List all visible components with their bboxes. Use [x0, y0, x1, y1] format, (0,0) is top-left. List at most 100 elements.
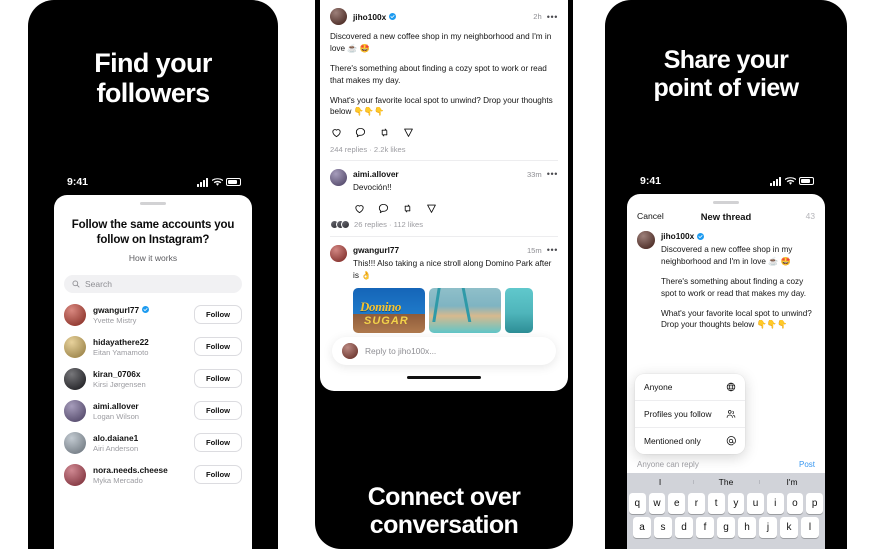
avatar	[64, 367, 86, 390]
prediction-word[interactable]: I	[627, 477, 693, 487]
thumbnail-image[interactable]: Domino SUGAR	[353, 288, 425, 334]
list-item[interactable]: gwangurl77 Yvette Mistry Follow	[54, 299, 252, 331]
avatar	[64, 431, 86, 454]
list-item[interactable]: alo.daiane1 Airi Anderson Follow	[54, 427, 252, 459]
comment-author[interactable]: gwangurl77	[353, 245, 399, 255]
avatar	[64, 335, 86, 358]
follow-button[interactable]: Follow	[193, 337, 242, 357]
more-options-icon[interactable]: •••	[547, 12, 558, 22]
username-text: nora.needs.cheese	[93, 464, 168, 475]
reply-input[interactable]: Reply to jiho100x...	[332, 337, 556, 365]
key-e[interactable]: e	[668, 493, 686, 514]
list-item[interactable]: hidayathere22 Eitan Yamamoto Follow	[54, 331, 252, 363]
username-text: aimi.allover	[93, 400, 139, 411]
battery-icon	[799, 177, 814, 185]
menu-item-anyone[interactable]: Anyone	[635, 374, 745, 400]
more-options-icon[interactable]: •••	[547, 245, 558, 255]
headline-line-1: Find your	[94, 48, 212, 78]
key-u[interactable]: u	[747, 493, 764, 514]
account-text: hidayathere22 Eitan Yamamoto	[93, 337, 187, 358]
key-w[interactable]: w	[648, 493, 666, 514]
cancel-button[interactable]: Cancel	[637, 211, 664, 221]
key-f[interactable]: f	[696, 517, 714, 538]
key-a[interactable]: a	[633, 517, 651, 538]
like-heart-icon[interactable]	[331, 127, 342, 138]
share-icon[interactable]	[426, 203, 437, 214]
account-text: aimi.allover Logan Wilson	[93, 401, 187, 422]
compose-paragraph: What's your favorite local spot to unwin…	[661, 308, 812, 330]
cellular-signal-icon	[770, 176, 781, 186]
predictive-text-bar: I The I'm	[627, 473, 825, 490]
key-i[interactable]: i	[766, 493, 784, 514]
key-k[interactable]: k	[780, 517, 798, 538]
list-item[interactable]: nora.needs.cheese Myka Mercado Follow	[54, 459, 252, 491]
key-g[interactable]: g	[717, 517, 735, 538]
follow-button[interactable]: Follow	[193, 465, 242, 485]
account-text: gwangurl77 Yvette Mistry	[93, 305, 187, 325]
avatar	[330, 169, 347, 187]
key-j[interactable]: j	[759, 517, 777, 538]
key-y[interactable]: y	[727, 493, 745, 514]
key-q[interactable]: q	[628, 493, 646, 514]
repost-icon[interactable]	[379, 127, 390, 138]
post-timestamp: 2h	[533, 12, 542, 21]
reply-permission-bar: Anyone can reply Post	[627, 456, 825, 473]
thumbnail-label-main: Domino	[360, 299, 401, 315]
key-h[interactable]: h	[738, 517, 756, 538]
share-icon[interactable]	[403, 127, 414, 138]
follow-button[interactable]: Follow	[193, 433, 242, 453]
avatar	[637, 231, 655, 249]
compose-area[interactable]: jiho100x Discovered a new coffee shop in…	[627, 228, 825, 331]
key-r[interactable]: r	[688, 493, 705, 514]
compose-navbar: Cancel New thread 43	[627, 204, 825, 228]
post-header: jiho100x 2h •••	[330, 8, 558, 25]
prediction-word[interactable]: I'm	[759, 477, 825, 487]
how-it-works-link[interactable]: How it works	[54, 248, 252, 263]
key-l[interactable]: l	[801, 517, 819, 538]
post-meta-right: 2h •••	[533, 12, 558, 22]
menu-item-profiles-you-follow[interactable]: Profiles you follow	[635, 400, 745, 427]
account-username: kiran_0706x	[93, 369, 187, 379]
post-author[interactable]: jiho100x	[353, 12, 396, 22]
key-d[interactable]: d	[675, 517, 693, 538]
repost-icon[interactable]	[402, 203, 413, 214]
comment-author[interactable]: aimi.allover	[353, 169, 399, 179]
follow-button[interactable]: Follow	[193, 305, 242, 325]
follow-button[interactable]: Follow	[193, 401, 242, 421]
wifi-icon	[784, 176, 796, 185]
caption-line-2: conversation	[369, 511, 519, 539]
thumbnail-label-sub: SUGAR	[364, 315, 409, 328]
cellular-signal-icon	[197, 177, 208, 187]
search-input[interactable]: Search	[64, 274, 242, 293]
onscreen-keyboard[interactable]: I The I'm q w e r t y u i o p a s d f g …	[627, 473, 825, 549]
key-s[interactable]: s	[654, 517, 672, 538]
thumbnail-image[interactable]	[429, 288, 501, 334]
character-count: 43	[805, 211, 815, 221]
comment-item: gwangurl77 15m ••• This!!! Also taking a…	[320, 237, 568, 339]
audience-dropdown-menu[interactable]: Anyone Profiles you follow Mentioned onl…	[635, 374, 745, 454]
key-p[interactable]: p	[806, 493, 824, 514]
avatar	[330, 8, 347, 25]
username-text: hidayathere22	[93, 336, 149, 347]
username-text: jiho100x	[661, 231, 695, 241]
comment-stats: 26 replies · 112 likes	[354, 220, 424, 230]
reply-permission-label[interactable]: Anyone can reply	[637, 460, 699, 469]
prediction-word[interactable]: The	[693, 477, 759, 487]
more-options-icon[interactable]: •••	[547, 169, 558, 179]
comment-icon[interactable]	[378, 203, 389, 214]
comment-icon[interactable]	[355, 127, 366, 138]
thumbnail-image[interactable]	[505, 288, 533, 334]
follow-button[interactable]: Follow	[193, 369, 242, 389]
username-text: alo.daiane1	[93, 432, 139, 443]
post-button[interactable]: Post	[799, 460, 815, 469]
key-t[interactable]: t	[707, 493, 725, 514]
reply-placeholder: Reply to jiho100x...	[365, 346, 437, 356]
menu-item-mentioned-only[interactable]: Mentioned only	[635, 427, 745, 454]
like-heart-icon[interactable]	[354, 203, 365, 214]
panel-share-your-point-of-view: Share your point of view 9:41 Cancel New…	[605, 0, 847, 549]
list-item[interactable]: kiran_0706x Kirsi Jørgensen Follow	[54, 363, 252, 395]
key-o[interactable]: o	[786, 493, 804, 514]
comment-text: This!!! Also taking a nice stroll along …	[353, 259, 552, 281]
comment-image-carousel[interactable]: Domino SUGAR	[353, 288, 558, 334]
list-item[interactable]: aimi.allover Logan Wilson Follow	[54, 395, 252, 427]
